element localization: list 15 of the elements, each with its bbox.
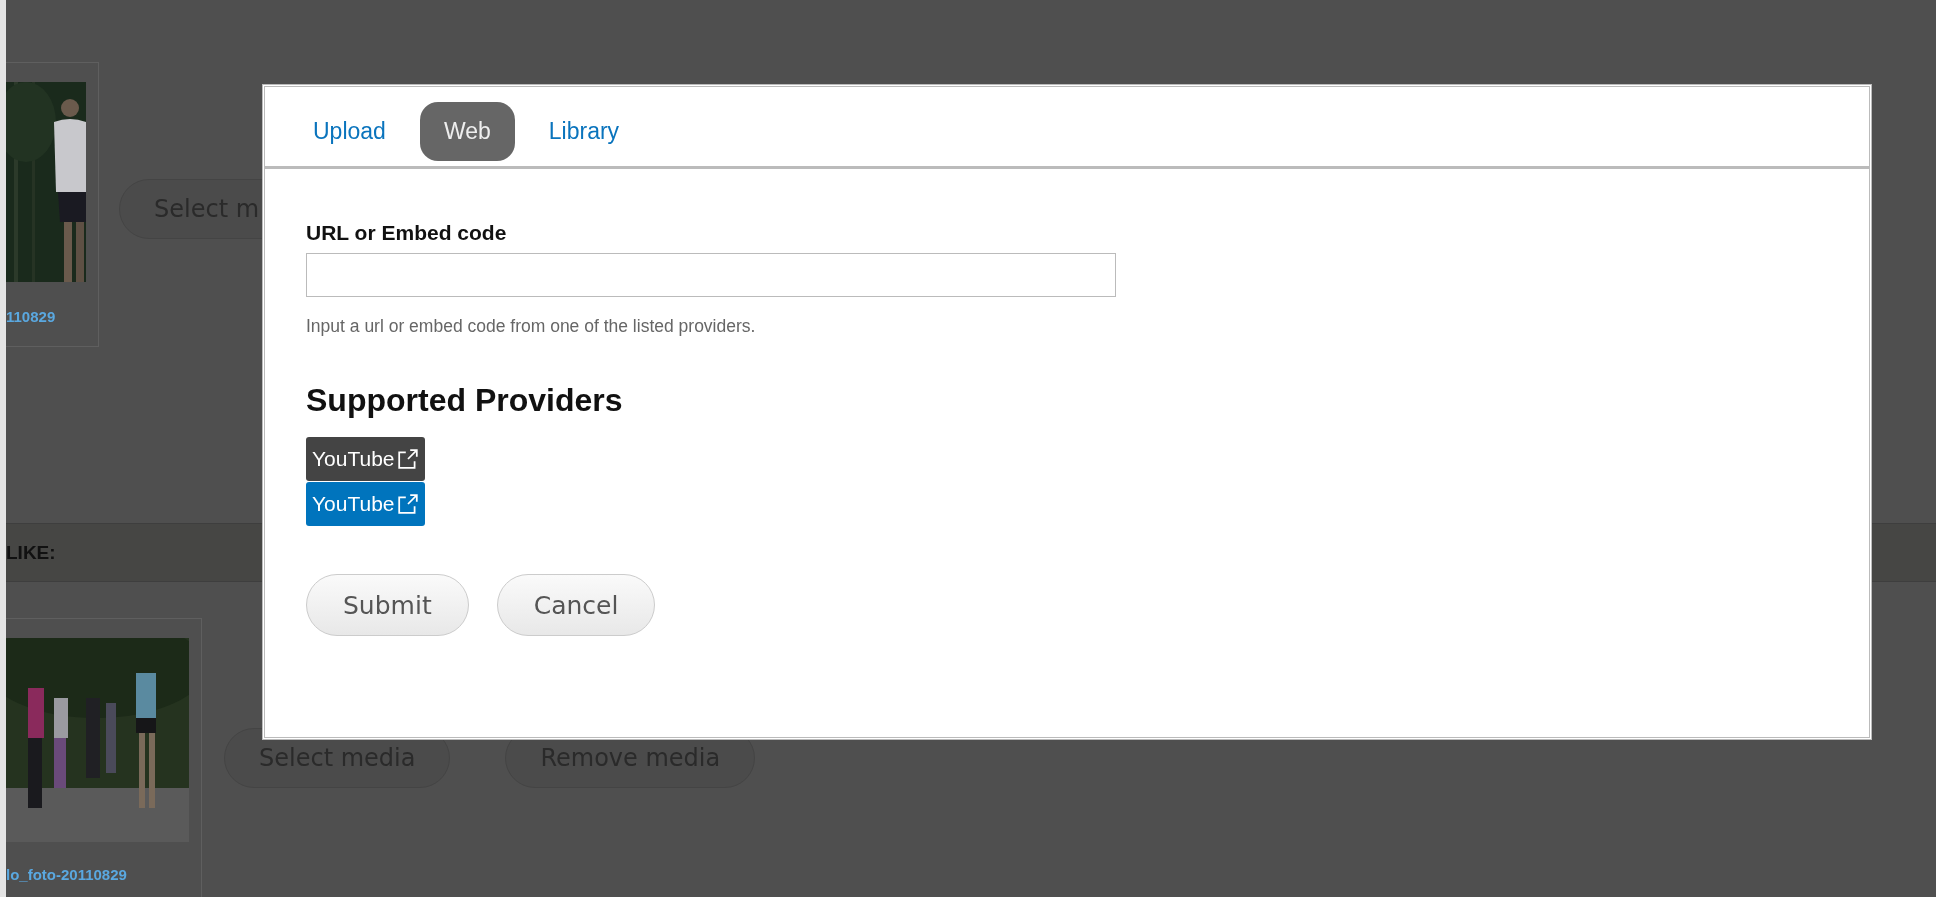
section-heading: Supported Providers xyxy=(306,382,623,419)
external-link-icon xyxy=(396,448,419,470)
cancel-button[interactable]: Cancel xyxy=(496,574,656,636)
external-link-icon xyxy=(396,493,419,515)
provider-link[interactable]: YouTube xyxy=(306,482,425,526)
url-input-field[interactable] xyxy=(306,253,1116,297)
tab[interactable]: Upload xyxy=(301,102,398,161)
tab[interactable]: Library xyxy=(536,102,632,161)
tab[interactable]: Web xyxy=(419,102,515,161)
image-caption[interactable]: lo_foto-20110829 xyxy=(6,866,189,883)
field-label: URL or Embed code xyxy=(306,221,507,245)
image-caption[interactable]: 110829 xyxy=(6,308,86,325)
help-text: Input a url or embed code from one of the listed providers. xyxy=(306,316,756,337)
submit-button[interactable]: Submit xyxy=(306,574,469,636)
provider-link[interactable]: YouTube xyxy=(306,437,425,481)
